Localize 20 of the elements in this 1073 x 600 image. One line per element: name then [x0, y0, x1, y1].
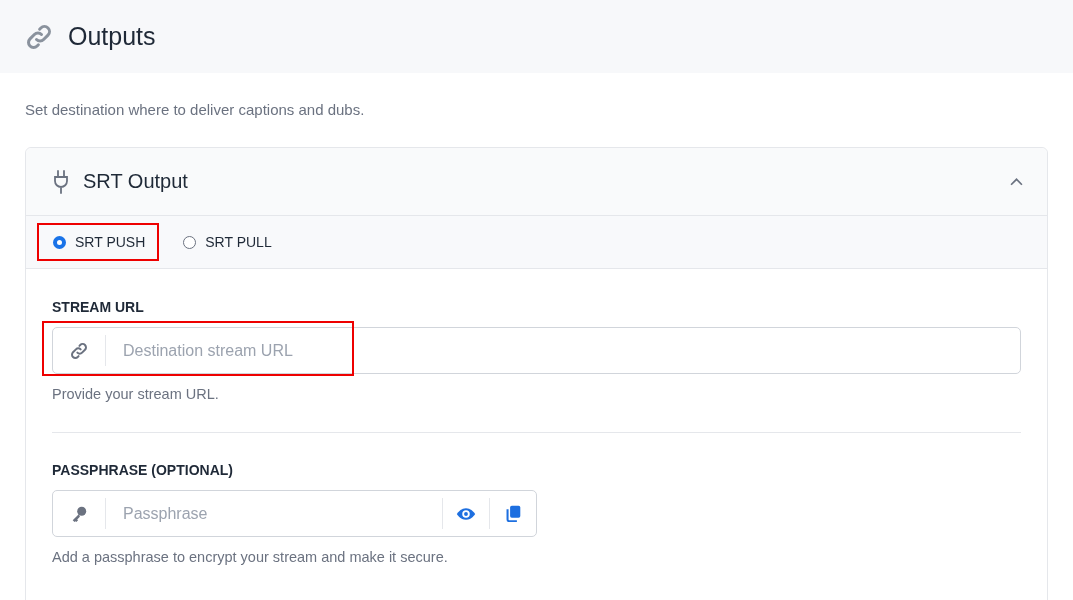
plug-icon: [52, 169, 70, 194]
input-group[interactable]: Passphrase: [52, 490, 537, 537]
input-group[interactable]: Destination stream URL: [52, 327, 1021, 374]
radio-button[interactable]: [183, 235, 197, 249]
copy-icon: [504, 505, 522, 522]
card-title: SRT Output: [83, 170, 189, 193]
link-icon: [69, 340, 89, 361]
page-title: Outputs: [68, 22, 156, 51]
radio-label[interactable]: SRT PUSH: [75, 234, 146, 250]
radio-button[interactable]: [53, 235, 66, 249]
input-field[interactable]: Passphrase: [106, 503, 442, 524]
field-label: PASSPHRASE (OPTIONAL): [52, 462, 234, 478]
field-label: STREAM URL: [52, 299, 145, 315]
key-icon: [70, 504, 88, 523]
help-text: Add a passphrase to encrypt your stream and make it secure.: [52, 549, 449, 565]
input-field[interactable]: Destination stream URL: [106, 340, 1020, 361]
page-description: Set destination where to deliver captions and dubs.: [24, 100, 366, 120]
chevron-icon[interactable]: [1010, 177, 1023, 186]
radio-label[interactable]: SRT PULL: [205, 234, 272, 250]
help-text: Provide your stream URL.: [52, 386, 220, 402]
